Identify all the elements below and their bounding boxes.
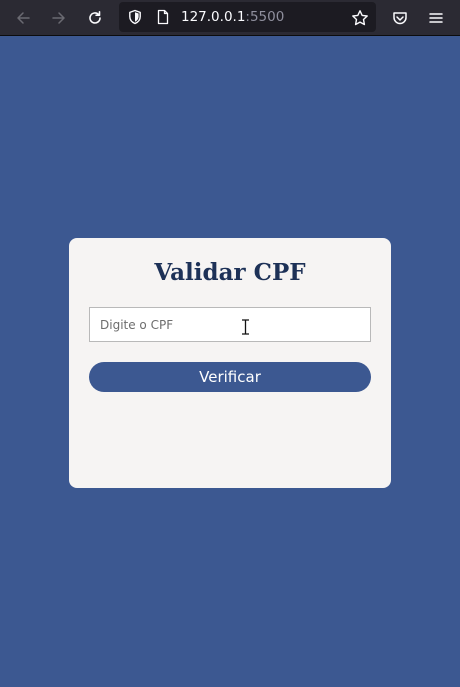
url-port: :5500 [245, 9, 285, 25]
arrow-right-icon [52, 12, 65, 24]
hamburger-menu-icon [429, 13, 443, 23]
url-text[interactable]: 127.0.0.1:5500 [181, 9, 284, 25]
reload-button[interactable] [81, 4, 109, 32]
arrow-left-icon [17, 12, 30, 24]
reload-icon [89, 11, 101, 24]
page-title: Validar CPF [154, 259, 306, 286]
pocket-button[interactable] [386, 4, 414, 32]
url-host: 127.0.0.1 [181, 9, 246, 25]
back-button[interactable] [9, 4, 37, 32]
bookmark-button[interactable] [346, 4, 374, 32]
verify-button[interactable]: Verificar [89, 362, 371, 392]
page-icon[interactable] [155, 9, 171, 25]
browser-toolbar: 127.0.0.1:5500 [0, 0, 460, 36]
url-bar[interactable]: 127.0.0.1:5500 [119, 2, 376, 32]
cpf-input[interactable] [89, 307, 371, 342]
text-cursor-icon [242, 319, 249, 335]
star-icon [352, 10, 368, 26]
pocket-icon [393, 12, 407, 25]
shield-icon[interactable] [127, 9, 143, 25]
forward-button[interactable] [45, 4, 73, 32]
menu-button[interactable] [422, 4, 450, 32]
